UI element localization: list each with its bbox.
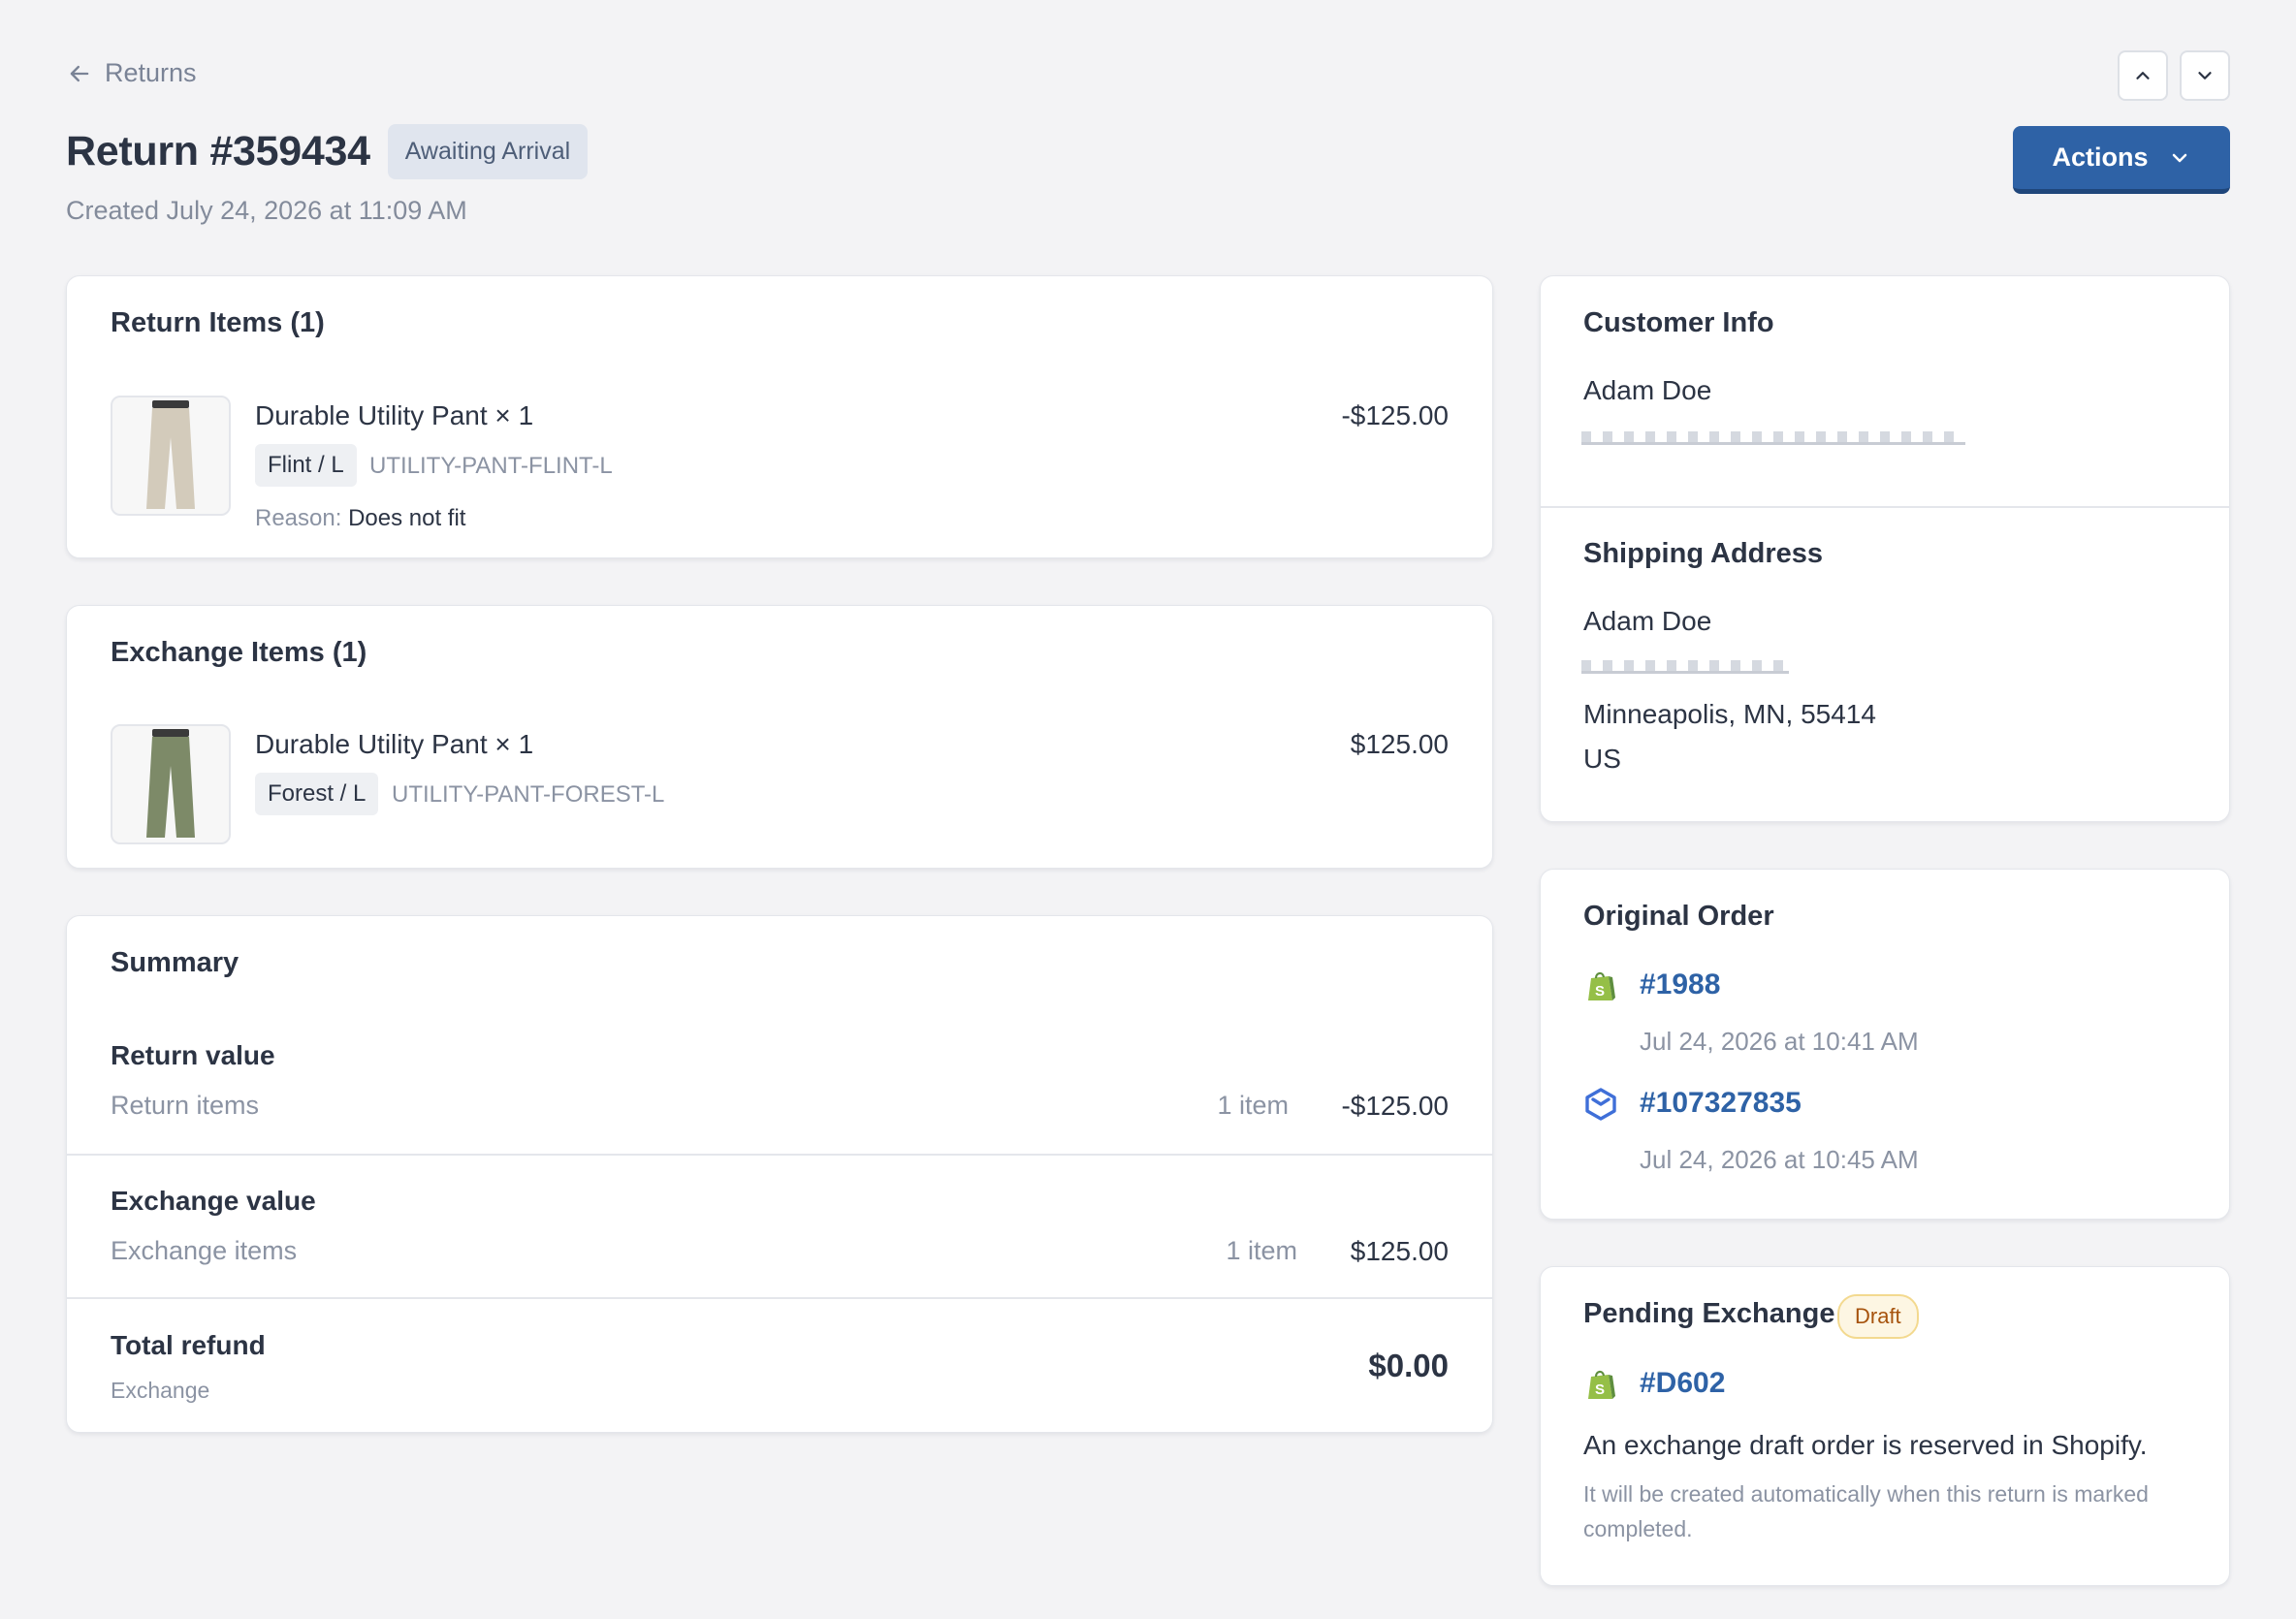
- shopify-icon: S: [1588, 1370, 1615, 1399]
- exchange-value-heading: Exchange value: [111, 1186, 316, 1216]
- summary-card: Summary Return value Return items 1 item…: [66, 915, 1493, 1433]
- return-item-name: Durable Utility Pant × 1: [255, 400, 534, 430]
- reason-value: Does not fit: [348, 505, 466, 531]
- pending-exchange-card: Pending Exchange Draft S #D602 An exchan…: [1540, 1266, 2230, 1586]
- exchange-items-count: 1 item: [1226, 1236, 1297, 1265]
- fulfillment-order-date: Jul 24, 2026 at 10:45 AM: [1640, 1145, 1919, 1174]
- pending-exchange-title: Pending Exchange: [1583, 1298, 1835, 1329]
- return-item-sku: UTILITY-PANT-FLINT-L: [369, 453, 613, 479]
- title-row: Return #359434 Awaiting Arrival: [66, 124, 589, 179]
- original-order-link[interactable]: #1988: [1640, 968, 1720, 1001]
- shipping-country: US: [1583, 744, 1621, 774]
- summary-title: Summary: [111, 947, 239, 978]
- total-refund-heading: Total refund: [111, 1330, 266, 1360]
- return-items-title: Return Items (1): [111, 307, 325, 338]
- exchange-item-sku: UTILITY-PANT-FOREST-L: [392, 781, 665, 808]
- customer-divider: [1541, 506, 2229, 508]
- svg-text:S: S: [1595, 983, 1605, 1000]
- exchange-items-card: Exchange Items (1) Durable Utility Pant …: [66, 605, 1493, 869]
- shipping-city-line: Minneapolis, MN, 55414: [1583, 699, 1876, 729]
- actions-button[interactable]: Actions: [2013, 126, 2230, 194]
- customer-card: Customer Info Adam Doe Shipping Address …: [1540, 275, 2230, 822]
- exchange-items-title: Exchange Items (1): [111, 637, 367, 668]
- chevron-up-icon: [2136, 72, 2150, 79]
- original-order-card: Original Order S #1988 Jul 24, 2026 at 1…: [1540, 869, 2230, 1220]
- actions-label: Actions: [2052, 143, 2149, 172]
- pants-icon: [146, 729, 195, 838]
- shopify-icon: S: [1588, 971, 1615, 1000]
- previous-record-button[interactable]: [2118, 50, 2168, 101]
- back-label: Returns: [105, 58, 197, 87]
- redacted-street: [1581, 660, 1789, 674]
- return-items-label: Return items: [111, 1091, 260, 1120]
- original-order-title: Original Order: [1583, 901, 1774, 932]
- exchange-item-name: Durable Utility Pant × 1: [255, 729, 534, 759]
- return-item-thumbnail: [111, 396, 231, 516]
- redacted-email: [1581, 431, 1965, 445]
- redaction-line: [1581, 442, 1965, 445]
- summary-divider: [67, 1297, 1492, 1299]
- pending-exchange-note: It will be created automatically when th…: [1583, 1481, 2149, 1541]
- original-order-date: Jul 24, 2026 at 10:41 AM: [1640, 1027, 1919, 1056]
- return-items-count: 1 item: [1217, 1091, 1289, 1120]
- return-reason: Reason: Does not fit: [255, 505, 465, 532]
- exchange-items-label: Exchange items: [111, 1236, 298, 1265]
- summary-divider: [67, 1154, 1492, 1156]
- status-badge: Awaiting Arrival: [387, 124, 589, 179]
- record-navigation: [2118, 50, 2230, 101]
- shipbob-icon: [1585, 1088, 1616, 1121]
- customer-info-title: Customer Info: [1583, 307, 1774, 338]
- shipping-address-title: Shipping Address: [1583, 538, 1824, 569]
- exchange-items-amount: $125.00: [1350, 1236, 1449, 1266]
- redaction-line: [1581, 671, 1789, 674]
- shipping-name: Adam Doe: [1583, 606, 1712, 636]
- next-record-button[interactable]: [2180, 50, 2230, 101]
- customer-name: Adam Doe: [1583, 375, 1712, 405]
- return-value-heading: Return value: [111, 1040, 275, 1070]
- page-title: Return #359434: [66, 128, 370, 175]
- total-refund-sub: Exchange: [111, 1378, 210, 1403]
- chevron-down-icon: [2198, 72, 2212, 79]
- reason-label: Reason:: [255, 505, 342, 531]
- created-timestamp: Created July 24, 2026 at 11:09 AM: [66, 196, 467, 225]
- draft-badge: Draft: [1837, 1294, 1919, 1339]
- chevron-down-icon: [2172, 153, 2186, 162]
- back-to-returns-link[interactable]: Returns: [66, 58, 197, 88]
- exchange-item-thumbnail: [111, 724, 231, 844]
- return-item-price: -$125.00: [1341, 400, 1449, 430]
- total-refund-amount: $0.00: [1368, 1348, 1449, 1383]
- pants-icon: [146, 400, 195, 509]
- return-items-amount: -$125.00: [1341, 1091, 1449, 1121]
- return-items-card: Return Items (1) Durable Utility Pant × …: [66, 275, 1493, 558]
- exchange-item-price: $125.00: [1350, 729, 1449, 759]
- draft-order-link[interactable]: #D602: [1640, 1367, 1725, 1400]
- fulfillment-order-link[interactable]: #107327835: [1640, 1087, 1802, 1120]
- svg-text:S: S: [1595, 1381, 1605, 1398]
- return-item-variant: Flint / L: [255, 444, 357, 487]
- exchange-item-variant: Forest / L: [255, 773, 379, 815]
- arrow-left-icon: [70, 65, 89, 81]
- pending-exchange-message: An exchange draft order is reserved in S…: [1583, 1430, 2148, 1460]
